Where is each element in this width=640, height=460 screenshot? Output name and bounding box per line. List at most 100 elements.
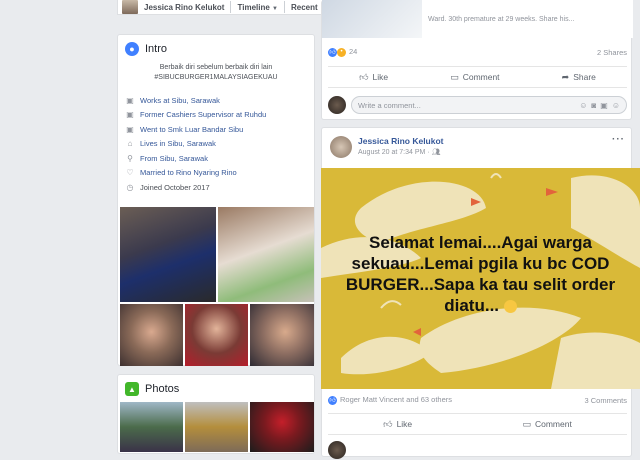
photos-title[interactable]: Photos	[145, 383, 179, 395]
post-caption-overlay: Selamat lemai....Agai warga sekuau...Lem…	[321, 232, 640, 316]
author-name[interactable]: Jessica Rino Kelukot	[358, 136, 444, 146]
wow-reaction-icon: •	[337, 47, 346, 57]
photo-thumbnail[interactable]	[250, 402, 314, 452]
intro-item-text[interactable]: Works at Sibu, Sarawak	[140, 96, 220, 105]
post-action-bar: 👍︎ Like ▭ Comment	[328, 413, 627, 435]
post-timestamp[interactable]: August 20 at 7:34 PM · 👥︎	[358, 148, 444, 156]
share-icon: ➦	[561, 71, 570, 82]
comment-icon: ▭	[522, 418, 531, 429]
post-reactions-row: 👍︎ Roger Matt Vincent and 63 others 3 Com…	[328, 394, 627, 406]
intro-photo-grid	[120, 207, 314, 368]
briefcase-icon: ▣	[126, 124, 134, 134]
photo-thumbnail[interactable]	[120, 402, 183, 452]
intro-photo[interactable]	[218, 207, 314, 302]
reaction-count: 24	[349, 47, 358, 57]
intro-item-text[interactable]: Went to Smk Luar Bandar Sibu	[140, 125, 243, 134]
intro-item-relationship: ♡ Married to Rino Nyaring Rino	[118, 166, 314, 181]
comment-composer: Write a comment... ☺ ◙ ▣ ☺	[328, 95, 633, 115]
intro-bio: Berbaik diri sebelum berbaik diri lain #…	[154, 64, 278, 81]
thumbs-up-icon: 👍︎	[359, 71, 369, 82]
intro-photo[interactable]	[250, 304, 314, 366]
comment-placeholder: Write a comment...	[358, 100, 421, 110]
clock-icon: ◷	[126, 182, 134, 192]
avatar	[328, 441, 346, 459]
caption-text: Selamat lemai....Agai warga sekuau...Lem…	[345, 233, 616, 315]
author-avatar[interactable]	[330, 136, 352, 158]
intro-card: ● Intro Berbaik diri sebelum berbaik dir…	[117, 34, 315, 366]
post-action-bar: 👍︎ Like ▭ Comment ➦ Share	[328, 66, 627, 88]
briefcase-icon: ▣	[126, 110, 134, 120]
reaction-summary[interactable]: 👍︎ • 24	[328, 47, 357, 57]
post-card: Jessica Rino Kelukot August 20 at 7:34 P…	[321, 127, 640, 460]
comment-label: Comment	[462, 72, 500, 82]
camera-icon[interactable]: ◙	[591, 101, 596, 110]
post-image[interactable]: Selamat lemai....Agai warga sekuau...Lem…	[321, 168, 640, 389]
share-label: Share	[573, 72, 596, 82]
intro-item-text: Joined October 2017	[140, 182, 210, 192]
intro-item-text[interactable]: Lives in Sibu, Sarawak	[140, 139, 216, 148]
avatar	[328, 96, 346, 114]
intro-item-from: ⚲ From Sibu, Sarawak	[118, 151, 314, 166]
intro-item-education: ▣ Went to Smk Luar Bandar Sibu	[118, 122, 314, 137]
gif-icon[interactable]: ▣	[600, 101, 608, 110]
comment-input[interactable]: Write a comment... ☺ ◙ ▣ ☺	[351, 96, 627, 114]
more-options-icon[interactable]: ···	[612, 134, 625, 145]
like-reaction-icon: 👍︎	[328, 395, 337, 405]
intro-photo[interactable]	[120, 304, 183, 366]
intro-item-joined: ◷ Joined October 2017	[118, 180, 314, 195]
divider	[230, 1, 232, 13]
post-reactions-row: 👍︎ • 24 2 Shares	[328, 46, 627, 58]
comment-icon: ▭	[450, 71, 459, 82]
photos-header: ▲ Photos	[118, 375, 314, 402]
heart-icon: ♡	[126, 168, 134, 178]
intro-item-work: ▣ Works at Sibu, Sarawak	[118, 93, 314, 108]
reaction-names: Roger Matt Vincent and 63 others	[340, 395, 453, 405]
intro-item-text[interactable]: Married to Rino Nyaring Rino	[140, 168, 237, 177]
post-header: Jessica Rino Kelukot August 20 at 7:34 P…	[322, 128, 631, 168]
like-label: Like	[396, 419, 413, 429]
comment-label: Comment	[534, 419, 572, 429]
thumbs-up-icon: 👍︎	[383, 418, 393, 429]
intro-item-lives: ⌂ Lives in Sibu, Sarawak	[118, 137, 314, 152]
intro-title: Intro	[145, 43, 168, 55]
comment-button[interactable]: ▭ Comment	[450, 72, 499, 83]
like-button[interactable]: 👍︎ Like	[359, 72, 388, 83]
timeline-label: Timeline	[237, 2, 270, 12]
profile-top-bar: Jessica Rino Kelukot Timeline ▼ Recent ▼	[117, 0, 335, 15]
comments-count[interactable]: 3 Comments	[584, 396, 627, 405]
friends-audience-icon: 👥︎	[431, 149, 441, 156]
location-icon: ⚲	[127, 153, 133, 163]
globe-icon: ●	[125, 42, 139, 56]
divider	[283, 1, 285, 13]
intro-item-text[interactable]: Former Cashiers Supervisor at Ruhdu	[140, 110, 266, 119]
intro-photo[interactable]	[185, 304, 248, 366]
profile-name-link[interactable]: Jessica Rino Kelukot	[144, 3, 224, 12]
profile-avatar[interactable]	[122, 0, 138, 14]
post-card: Ward. 30th premature at 29 weeks. Share …	[321, 0, 633, 120]
shares-count[interactable]: 2 Shares	[597, 48, 627, 57]
timeline-dropdown[interactable]: Timeline ▼	[237, 3, 278, 12]
intro-photo[interactable]	[120, 207, 216, 302]
post-shared-image[interactable]	[322, 0, 422, 38]
caret-down-icon: ▼	[272, 5, 278, 12]
like-label: Like	[372, 72, 389, 82]
post-shared-snippet[interactable]: Ward. 30th premature at 29 weeks. Share …	[422, 0, 633, 38]
home-icon: ⌂	[127, 139, 133, 149]
like-reaction-icon: 👍︎	[328, 47, 337, 57]
comment-button[interactable]: ▭ Comment	[522, 419, 571, 430]
photo-thumbnail[interactable]	[185, 402, 248, 452]
sticker-icon[interactable]: ☺	[612, 101, 620, 110]
recent-label: Recent	[290, 2, 318, 12]
share-button[interactable]: ➦ Share	[562, 72, 596, 83]
intro-item-text[interactable]: From Sibu, Sarawak	[140, 154, 208, 163]
reaction-summary[interactable]: 👍︎ Roger Matt Vincent and 63 others	[328, 395, 452, 405]
comment-composer	[328, 440, 633, 460]
like-button[interactable]: 👍︎ Like	[383, 419, 412, 430]
briefcase-icon: ▣	[126, 95, 134, 105]
timestamp-text: August 20 at 7:34 PM ·	[358, 149, 432, 156]
photos-card: ▲ Photos	[117, 374, 315, 454]
intro-header: ● Intro	[118, 35, 314, 59]
intro-item-former-work: ▣ Former Cashiers Supervisor at Ruhdu	[118, 108, 314, 123]
photos-icon: ▲	[125, 382, 139, 396]
emoji-icon[interactable]: ☺	[579, 101, 587, 110]
